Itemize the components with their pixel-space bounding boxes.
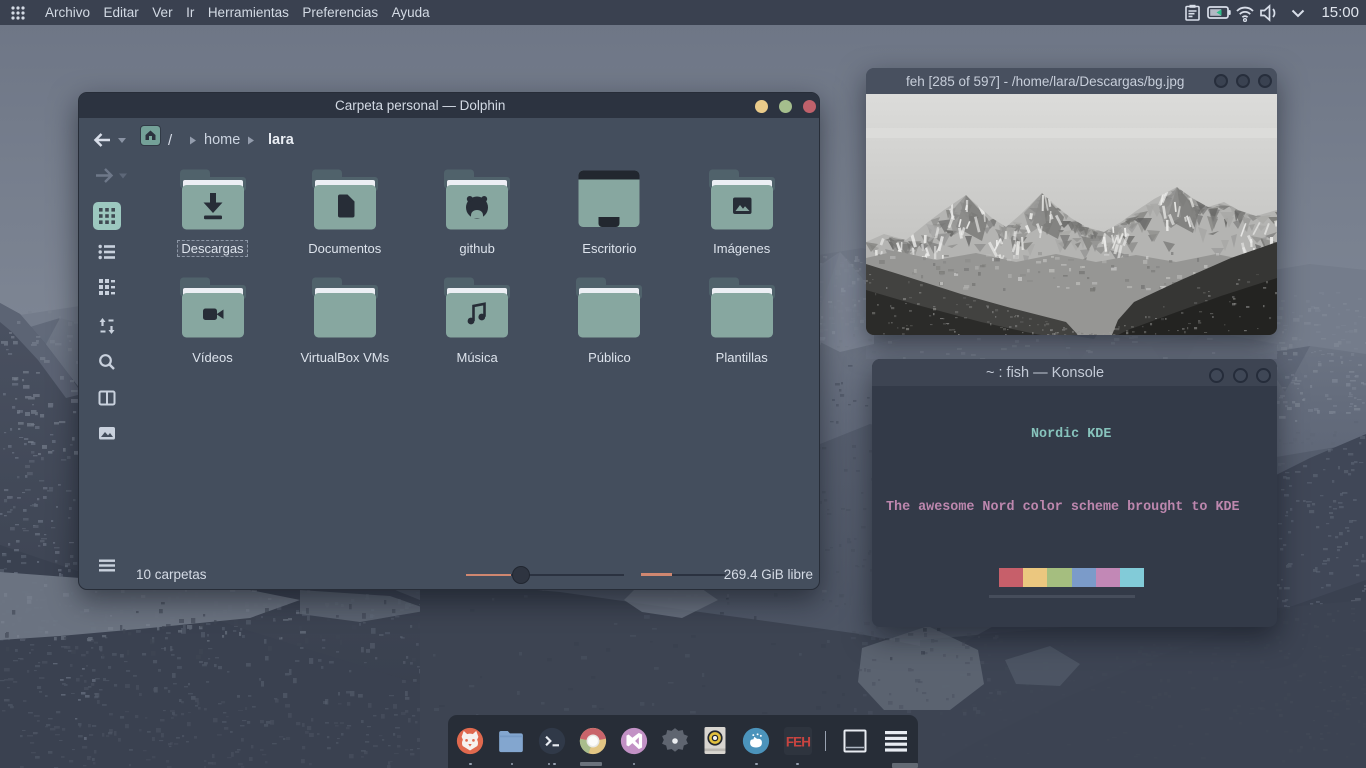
svg-text:FEH: FEH [785,734,809,749]
